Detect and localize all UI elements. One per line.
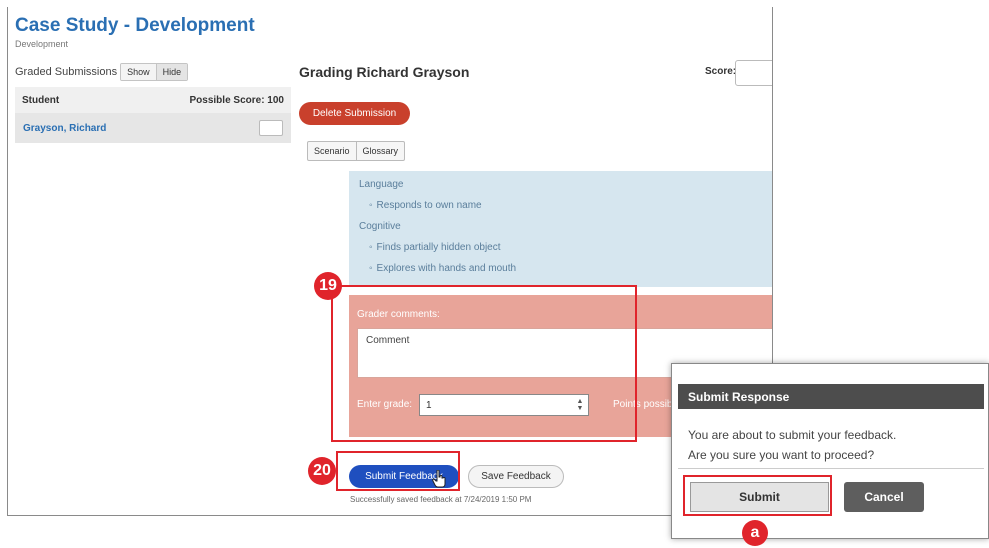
milestones-panel: Language Responds to own name Cognitive … (349, 171, 772, 287)
grader-comments-highlight (331, 285, 637, 442)
save-status-text: Successfully saved feedback at 7/24/2019… (350, 495, 532, 504)
student-score-input[interactable] (259, 120, 283, 136)
show-button[interactable]: Show (121, 64, 156, 80)
submit-feedback-highlight (336, 451, 460, 491)
student-list-header: Student Possible Score: 100 (15, 87, 291, 113)
step-a-badge: a (742, 520, 768, 546)
grading-title: Grading Richard Grayson (299, 64, 470, 80)
dialog-message-line: You are about to submit your feedback. (688, 428, 897, 442)
tab-scenario[interactable]: Scenario (308, 142, 356, 160)
score-label: Score: (705, 66, 737, 77)
student-column-header: Student (22, 94, 60, 106)
student-list: Student Possible Score: 100 Grayson, Ric… (15, 87, 291, 143)
milestone-category: Cognitive (359, 221, 401, 232)
student-name-link[interactable]: Grayson, Richard (23, 123, 106, 134)
possible-score-header: Possible Score: 100 (189, 94, 285, 106)
dialog-submit-highlight (683, 475, 832, 516)
step-19-badge: 19 (314, 272, 342, 300)
reference-tabs: Scenario Glossary (307, 141, 406, 161)
delete-submission-button[interactable]: Delete Submission (299, 102, 410, 125)
dialog-divider (678, 468, 984, 469)
dialog-message-line: Are you sure you want to proceed? (688, 448, 875, 462)
dialog-cancel-button[interactable]: Cancel (844, 482, 924, 512)
tab-glossary[interactable]: Glossary (355, 142, 405, 160)
save-feedback-button[interactable]: Save Feedback (468, 465, 564, 488)
milestone-item: Explores with hands and mouth (359, 263, 769, 275)
page-subtitle: Development (15, 39, 69, 49)
student-row[interactable]: Grayson, Richard (15, 113, 291, 143)
page-title: Case Study - Development (15, 15, 255, 36)
show-hide-toggle: Show Hide (120, 63, 189, 81)
hide-button[interactable]: Hide (155, 64, 188, 80)
dialog-message: You are about to submit your feedback. A… (688, 425, 983, 465)
milestone-item: Finds partially hidden object (359, 242, 769, 254)
milestone-item: Responds to own name (359, 200, 769, 212)
milestone-category: Language (359, 179, 404, 190)
graded-submissions-label: Graded Submissions (15, 66, 118, 78)
dialog-title: Submit Response (678, 384, 984, 409)
graded-submissions-toggle: Graded Submissions Show Hide (15, 61, 189, 83)
step-20-badge: 20 (308, 457, 336, 485)
score-input[interactable] (735, 60, 772, 86)
